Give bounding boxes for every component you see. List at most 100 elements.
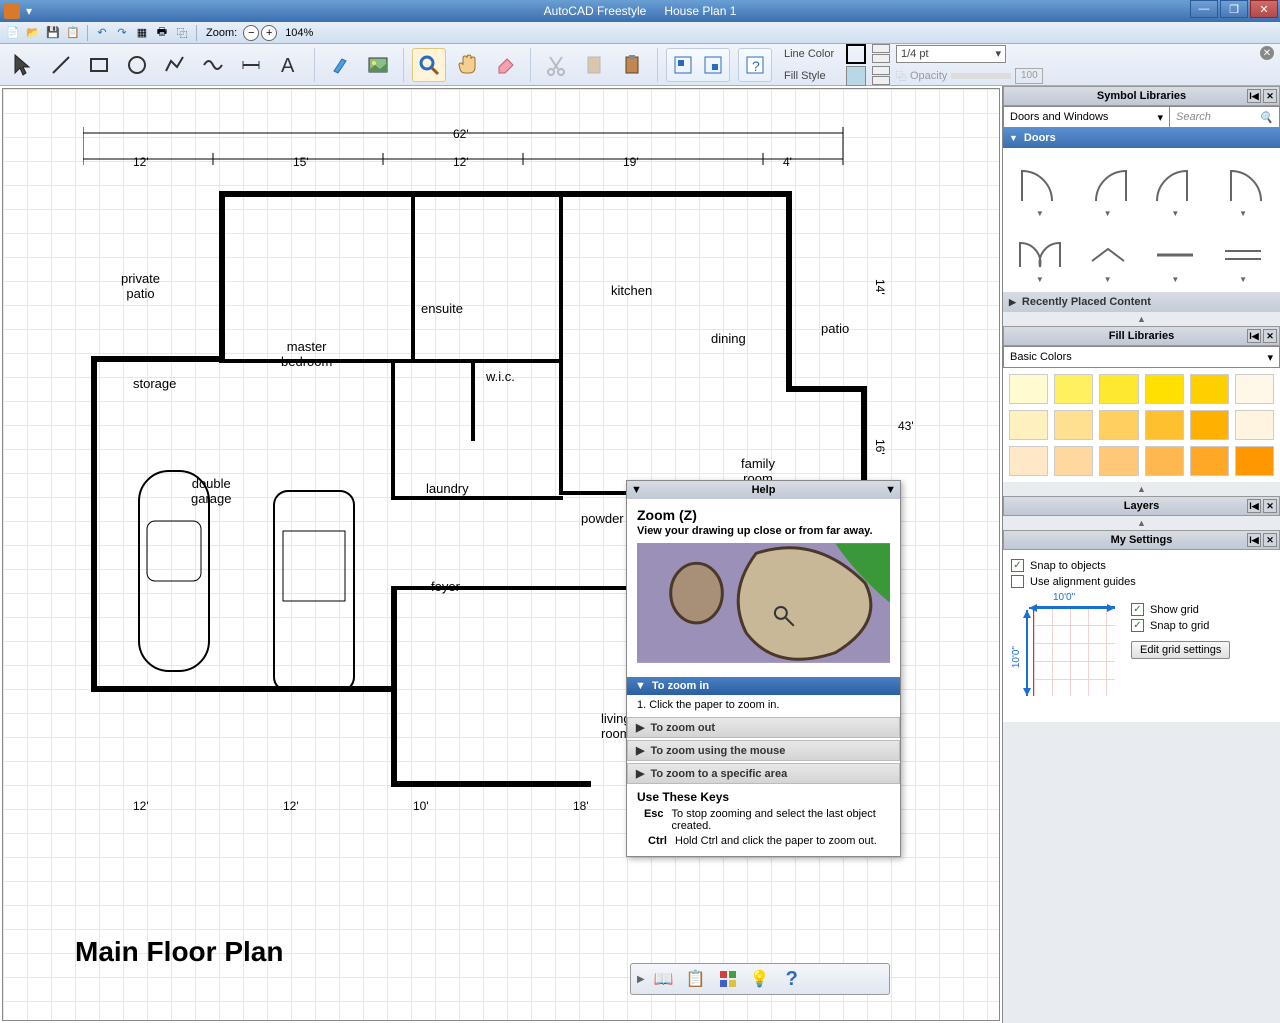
minimize-button[interactable]: — (1190, 0, 1218, 18)
fill-libraries-header[interactable]: Fill Libraries I◀✕ (1003, 326, 1280, 346)
bb-help-icon[interactable]: ? (779, 966, 805, 992)
bb-clipboard-icon[interactable]: 📋 (683, 966, 709, 992)
fill-color-swatch[interactable] (846, 66, 866, 86)
bb-lightbulb-icon[interactable]: 💡 (747, 966, 773, 992)
open-icon[interactable]: 📂 (24, 24, 42, 42)
maximize-button[interactable]: ❐ (1220, 0, 1248, 18)
door-symbol-1[interactable]: ▼ (1007, 156, 1073, 218)
help-zoom-mouse-header[interactable]: ▶To zoom using the mouse (627, 740, 900, 761)
fill-swatch[interactable] (1235, 446, 1274, 476)
show-grid-checkbox[interactable]: ✓Show grid (1131, 603, 1230, 616)
door-symbol-4[interactable]: ▼ (1210, 156, 1276, 218)
fill-pattern-1[interactable] (872, 66, 890, 75)
panel-back-icon-2[interactable]: I◀ (1247, 329, 1261, 343)
panel-back-icon[interactable]: I◀ (1247, 89, 1261, 103)
cut-tool[interactable] (539, 48, 573, 82)
copy-icon[interactable]: ⿻ (173, 24, 191, 42)
fill-swatch[interactable] (1235, 410, 1274, 440)
help-tool[interactable]: ? (741, 51, 769, 79)
freehand-tool[interactable] (196, 48, 230, 82)
fill-swatch[interactable] (1190, 374, 1229, 404)
opacity-slider[interactable] (951, 73, 1011, 79)
fill-swatch[interactable] (1145, 410, 1184, 440)
pan-tool[interactable] (450, 48, 484, 82)
paste-tool[interactable] (577, 48, 611, 82)
polyline-tool[interactable] (158, 48, 192, 82)
fill-swatch[interactable] (1009, 374, 1048, 404)
bb-notes-icon[interactable]: 📖 (651, 966, 677, 992)
fill-swatch[interactable] (1235, 374, 1274, 404)
panel-close-icon-3[interactable]: ✕ (1263, 499, 1277, 513)
help-titlebar[interactable]: ▼Help▼ (627, 481, 900, 499)
zoom-in-button[interactable]: + (261, 25, 277, 41)
fill-swatch[interactable] (1099, 374, 1138, 404)
panel-back-icon-3[interactable]: I◀ (1247, 499, 1261, 513)
line-pattern-2[interactable] (872, 54, 890, 63)
save-copy-icon[interactable]: 📋 (64, 24, 82, 42)
line-color-swatch[interactable] (846, 44, 866, 64)
door-symbol-5[interactable]: ▼ (1007, 222, 1073, 284)
panel-close-icon-2[interactable]: ✕ (1263, 329, 1277, 343)
line-pattern-1[interactable] (872, 44, 890, 53)
door-symbol-7[interactable]: ▼ (1143, 222, 1209, 284)
clipboard-tool[interactable] (615, 48, 649, 82)
image-tool[interactable] (361, 48, 395, 82)
grid-icon[interactable]: ▦ (133, 24, 151, 42)
snap-grid-checkbox[interactable]: ✓Snap to grid (1131, 619, 1230, 632)
my-settings-header[interactable]: My Settings I◀✕ (1003, 530, 1280, 550)
help-zoom-area-header[interactable]: ▶To zoom to a specific area (627, 763, 900, 784)
door-symbol-6[interactable]: ▼ (1075, 222, 1141, 284)
fill-pattern-2[interactable] (872, 76, 890, 85)
eraser-tool[interactable] (488, 48, 522, 82)
text-tool[interactable]: A (272, 48, 306, 82)
marker-tool[interactable] (323, 48, 357, 82)
panel-close-icon[interactable]: ✕ (1263, 89, 1277, 103)
panel-collapse-2[interactable]: ▲ (1003, 482, 1280, 496)
alignment-guides-checkbox[interactable]: Use alignment guides (1011, 575, 1272, 588)
symbol-libraries-header[interactable]: Symbol Libraries I◀✕ (1003, 86, 1280, 106)
panel-close-icon-4[interactable]: ✕ (1263, 533, 1277, 547)
undo-icon[interactable]: ↶ (93, 24, 111, 42)
print-icon[interactable]: 🖶 (153, 24, 171, 42)
align-tool-2[interactable] (699, 51, 727, 79)
help-zoom-out-header[interactable]: ▶To zoom out (627, 717, 900, 738)
symbol-search-input[interactable]: Search🔍 (1170, 106, 1280, 128)
edit-grid-button[interactable]: Edit grid settings (1131, 641, 1230, 659)
panel-back-icon-4[interactable]: I◀ (1247, 533, 1261, 547)
fill-category-select[interactable]: Basic Colors▾ (1003, 346, 1280, 368)
fill-swatch[interactable] (1145, 374, 1184, 404)
dimension-tool[interactable] (234, 48, 268, 82)
toolbar-close-icon[interactable]: ✕ (1260, 46, 1274, 60)
bb-blocks-icon[interactable] (715, 966, 741, 992)
align-tool-1[interactable] (669, 51, 697, 79)
layers-header[interactable]: Layers I◀✕ (1003, 496, 1280, 516)
line-tool[interactable] (44, 48, 78, 82)
fill-swatch[interactable] (1054, 410, 1093, 440)
fill-swatch[interactable] (1054, 374, 1093, 404)
fill-swatch[interactable] (1190, 446, 1229, 476)
line-weight-select[interactable]: 1/4 pt▾ (896, 45, 1006, 63)
snap-objects-checkbox[interactable]: ✓Snap to objects (1011, 559, 1272, 572)
fill-swatch[interactable] (1099, 446, 1138, 476)
close-button[interactable]: ✕ (1250, 0, 1278, 18)
recently-placed-header[interactable]: ▶Recently Placed Content (1003, 292, 1280, 312)
help-zoom-in-header[interactable]: ▼To zoom in (627, 677, 900, 695)
save-icon[interactable]: 💾 (44, 24, 62, 42)
fill-swatch[interactable] (1009, 410, 1048, 440)
circle-tool[interactable] (120, 48, 154, 82)
symbol-category-select[interactable]: Doors and Windows▾ (1003, 106, 1170, 128)
doors-section-header[interactable]: ▼Doors (1003, 128, 1280, 148)
fill-swatch[interactable] (1009, 446, 1048, 476)
rectangle-tool[interactable] (82, 48, 116, 82)
select-tool[interactable] (6, 48, 40, 82)
fill-swatch[interactable] (1145, 446, 1184, 476)
zoom-out-button[interactable]: − (243, 25, 259, 41)
new-icon[interactable]: 📄 (4, 24, 22, 42)
redo-icon[interactable]: ↷ (113, 24, 131, 42)
fill-swatch[interactable] (1190, 410, 1229, 440)
panel-collapse-3[interactable]: ▲ (1003, 516, 1280, 530)
door-symbol-8[interactable]: ▼ (1210, 222, 1276, 284)
panel-collapse-1[interactable]: ▲ (1003, 312, 1280, 326)
door-symbol-2[interactable]: ▼ (1075, 156, 1141, 218)
fill-swatch[interactable] (1099, 410, 1138, 440)
